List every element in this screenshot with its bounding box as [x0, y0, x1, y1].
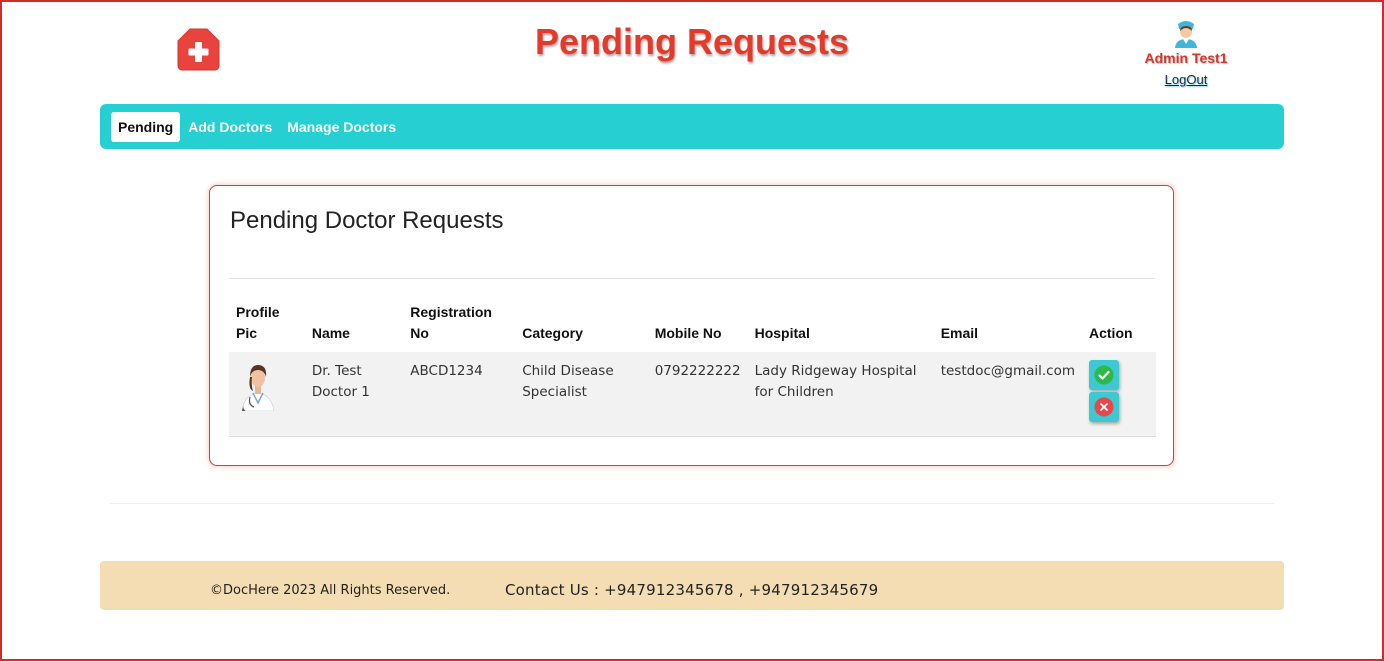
doctor-profile-pic: [236, 359, 280, 411]
footer: ©DocHere 2023 All Rights Reserved. Conta…: [100, 561, 1284, 610]
col-mobile-no: Mobile No: [654, 325, 722, 341]
page-divider: [110, 503, 1274, 504]
user-avatar-icon: [1175, 21, 1197, 48]
nav-item-manage-doctors[interactable]: Manage Doctors: [280, 112, 403, 142]
footer-copyright: ©DocHere 2023 All Rights Reserved.: [210, 583, 451, 598]
action-cell: [1082, 352, 1156, 436]
col-registration-no: Registration No: [410, 304, 492, 341]
doctor-name: Dr. Test Doctor 1: [311, 363, 370, 400]
hospital: Lady Ridgeway Hospital for Children: [754, 363, 917, 400]
col-category: Category: [522, 325, 583, 341]
nav-item-add-doctors[interactable]: Add Doctors: [181, 112, 279, 142]
approve-button[interactable]: [1089, 360, 1119, 390]
reject-button[interactable]: [1089, 392, 1119, 422]
table-header-row: Profile Pic Name Registration No Categor…: [229, 298, 1156, 352]
nav-item-pending[interactable]: Pending: [111, 111, 181, 142]
registration-no: ABCD1234: [410, 363, 483, 379]
card-divider: [229, 278, 1155, 279]
nav-bar: Pending Add Doctors Manage Doctors: [100, 104, 1284, 149]
check-circle-icon: [1094, 365, 1114, 385]
category: Child Disease Specialist: [522, 363, 614, 400]
col-email: Email: [940, 325, 979, 341]
pending-requests-card: Pending Doctor Requests Profile Pic Name…: [209, 185, 1174, 466]
footer-contact: Contact Us : +947912345678 , +9479123456…: [505, 581, 879, 599]
col-name: Name: [311, 325, 350, 341]
col-profile-pic: Profile Pic: [236, 304, 280, 341]
mobile-no: 0792222222: [654, 363, 741, 379]
col-action: Action: [1089, 325, 1133, 341]
requests-table: Profile Pic Name Registration No Categor…: [229, 298, 1156, 437]
card-title: Pending Doctor Requests: [230, 207, 504, 234]
profile-pic-cell: [229, 352, 305, 436]
user-name: Admin Test1: [1144, 50, 1228, 66]
user-box: Admin Test1 LogOut: [1126, 20, 1246, 89]
logout-link[interactable]: LogOut: [1165, 72, 1208, 87]
col-hospital: Hospital: [754, 325, 810, 341]
email: testdoc@gmail.com: [940, 363, 1075, 379]
table-row: Dr. Test Doctor 1 ABCD1234 Child Disease…: [229, 352, 1156, 436]
close-circle-icon: [1094, 397, 1114, 417]
